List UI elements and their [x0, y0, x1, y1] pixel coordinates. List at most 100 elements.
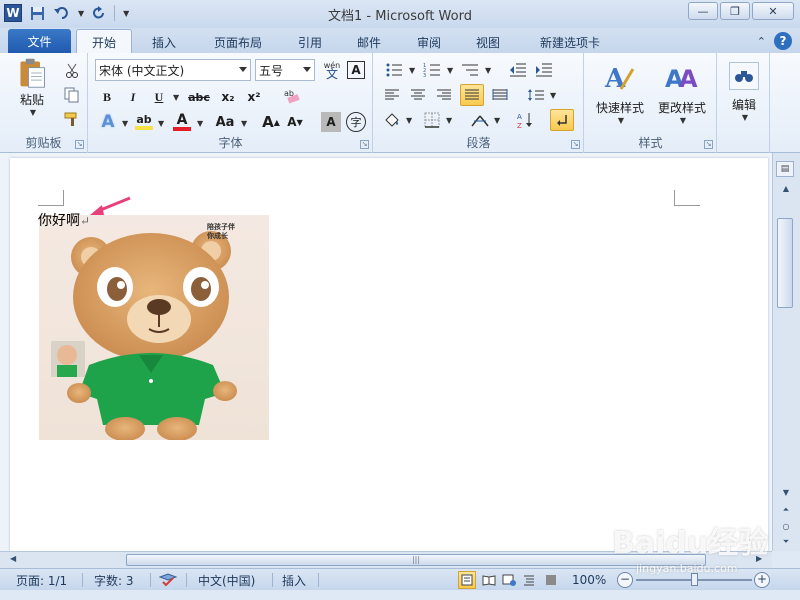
multilevel-dropdown-icon[interactable]: ▼	[485, 66, 491, 75]
font-color-icon[interactable]: A	[171, 111, 193, 133]
outline-view-icon[interactable]	[520, 571, 538, 589]
numbering-dropdown-icon[interactable]: ▼	[447, 66, 453, 75]
minimize-button[interactable]: —	[688, 2, 718, 20]
cut-icon[interactable]	[62, 61, 82, 81]
subscript-button[interactable]: x₂	[217, 87, 239, 107]
document-text[interactable]: 你好啊↵	[38, 210, 90, 230]
font-color-dropdown-icon[interactable]: ▼	[197, 119, 203, 128]
align-right-icon[interactable]	[434, 85, 454, 105]
change-case-eraser-icon[interactable]: ab	[281, 85, 303, 107]
scroll-left-icon[interactable]: ◀	[10, 554, 16, 563]
change-styles-dropdown-icon[interactable]: ▼	[680, 116, 686, 125]
text-effects-icon[interactable]: A	[97, 111, 119, 133]
bullets-dropdown-icon[interactable]: ▼	[409, 66, 415, 75]
align-left-icon[interactable]	[382, 85, 402, 105]
draft-view-icon[interactable]	[542, 571, 560, 589]
quick-styles-dropdown-icon[interactable]: ▼	[618, 116, 624, 125]
clipboard-launcher-icon[interactable]: ↘	[75, 140, 84, 149]
tab-insert[interactable]: 插入	[138, 32, 190, 53]
underline-dropdown-icon[interactable]: ▼	[173, 93, 179, 102]
select-browse-object-icon[interactable]: ○	[778, 519, 794, 533]
word-count[interactable]: 字数: 3	[94, 572, 134, 588]
zoom-out-icon[interactable]: −	[617, 572, 633, 588]
shading-dropdown-icon[interactable]: ▼	[406, 116, 412, 125]
language-status[interactable]: 中文(中国)	[198, 572, 255, 588]
editing-dropdown-icon[interactable]: ▼	[742, 113, 748, 122]
text-effects-dropdown-icon[interactable]: ▼	[122, 119, 128, 128]
proofing-icon[interactable]	[158, 572, 178, 588]
borders-dropdown-icon[interactable]: ▼	[446, 116, 452, 125]
next-page-icon[interactable]: ⏷	[778, 535, 794, 549]
close-button[interactable]: ✕	[752, 2, 794, 20]
tab-home[interactable]: 开始	[76, 29, 132, 54]
shrink-font-button[interactable]: A ▼	[285, 111, 305, 133]
styles-launcher-icon[interactable]: ↘	[704, 140, 713, 149]
tab-new-tab[interactable]: 新建选项卡	[524, 32, 616, 53]
justify-icon[interactable]	[460, 84, 484, 106]
zoom-in-icon[interactable]: +	[754, 572, 770, 588]
phonetic-guide-button[interactable]: wén 文	[321, 59, 343, 81]
grow-font-button[interactable]: A ▲	[261, 111, 281, 133]
vertical-scrollbar[interactable]: ▤ ▲ ▼ ⏶ ○ ⏷	[772, 153, 800, 551]
document-page[interactable]: 陪孩子伴 你成长 你好啊↵	[10, 158, 768, 551]
font-launcher-icon[interactable]: ↘	[360, 140, 369, 149]
highlight-dropdown-icon[interactable]: ▼	[158, 119, 164, 128]
font-size-combo[interactable]: 五号	[255, 59, 315, 81]
chinese-layout-icon[interactable]	[470, 110, 490, 130]
clear-formatting-button[interactable]: A	[347, 61, 365, 79]
bullets-icon[interactable]	[384, 60, 404, 80]
font-size-dropdown-icon[interactable]	[303, 67, 311, 72]
inserted-picture[interactable]: 陪孩子伴 你成长	[39, 215, 269, 440]
paste-button[interactable]: 粘贴 ▼	[12, 57, 52, 117]
font-name-combo[interactable]: 宋体 (中文正文)	[95, 59, 251, 81]
enclose-characters-button[interactable]: 字	[346, 112, 366, 132]
shading-icon[interactable]	[382, 110, 402, 130]
sort-icon[interactable]: AZ	[516, 110, 536, 130]
increase-indent-icon[interactable]	[534, 60, 554, 80]
format-painter-icon[interactable]	[62, 109, 82, 129]
editing-button[interactable]: 编辑 ▼	[724, 57, 764, 127]
paste-dropdown-icon[interactable]: ▼	[30, 108, 36, 117]
tab-references[interactable]: 引用	[286, 32, 334, 53]
line-spacing-dropdown-icon[interactable]: ▼	[550, 91, 556, 100]
copy-icon[interactable]	[62, 85, 82, 105]
scroll-down-icon[interactable]: ▼	[778, 485, 794, 499]
highlight-color-icon[interactable]: ab	[133, 111, 155, 133]
line-spacing-icon[interactable]	[526, 85, 546, 105]
italic-button[interactable]: I	[123, 87, 143, 107]
quick-styles-button[interactable]: A 快速样式 ▼	[589, 57, 651, 129]
tab-review[interactable]: 审阅	[405, 32, 453, 53]
superscript-button[interactable]: x²	[243, 87, 265, 107]
borders-icon[interactable]	[422, 110, 442, 130]
font-name-dropdown-icon[interactable]	[239, 67, 247, 72]
tab-page-layout[interactable]: 页面布局	[200, 32, 276, 53]
minimize-ribbon-icon[interactable]: ⌃	[757, 35, 766, 48]
numbering-icon[interactable]: 123	[422, 60, 442, 80]
change-styles-button[interactable]: AA 更改样式 ▼	[651, 57, 713, 129]
insert-mode-status[interactable]: 插入	[282, 572, 306, 588]
underline-button[interactable]: U	[149, 87, 169, 107]
character-shading-button[interactable]: A	[321, 112, 341, 132]
restore-button[interactable]: ❐	[720, 2, 750, 20]
full-screen-reading-view-icon[interactable]	[480, 571, 498, 589]
change-case-button[interactable]: Aa	[211, 111, 239, 133]
bold-button[interactable]: B	[97, 87, 117, 107]
distributed-icon[interactable]	[490, 85, 510, 105]
tab-view[interactable]: 视图	[464, 32, 512, 53]
help-icon[interactable]: ?	[774, 32, 792, 50]
strikethrough-button[interactable]: abc	[185, 87, 213, 107]
scroll-up-icon[interactable]: ▲	[778, 181, 794, 195]
vertical-scroll-thumb[interactable]	[777, 218, 793, 308]
previous-page-icon[interactable]: ⏶	[778, 503, 794, 517]
print-layout-view-icon[interactable]	[458, 571, 476, 589]
web-layout-view-icon[interactable]	[500, 571, 518, 589]
tab-mailings[interactable]: 邮件	[345, 32, 393, 53]
paragraph-launcher-icon[interactable]: ↘	[571, 140, 580, 149]
chinese-layout-dropdown-icon[interactable]: ▼	[494, 116, 500, 125]
tab-file[interactable]: 文件	[8, 29, 71, 53]
page-count[interactable]: 页面: 1/1	[16, 572, 67, 588]
change-case-dropdown-icon[interactable]: ▼	[241, 119, 247, 128]
zoom-level[interactable]: 100%	[572, 572, 606, 588]
show-paragraph-marks-icon[interactable]	[550, 109, 574, 131]
align-center-icon[interactable]	[408, 85, 428, 105]
